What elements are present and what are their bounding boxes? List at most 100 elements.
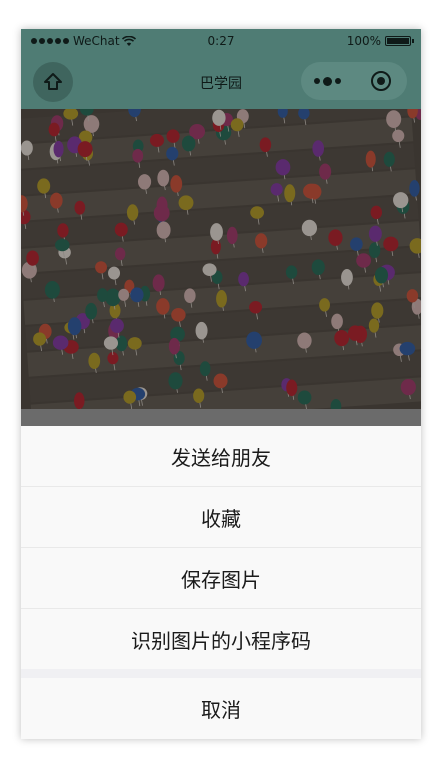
pin-head: [52, 335, 69, 350]
pin-head: [184, 288, 196, 304]
pin-head: [114, 247, 126, 261]
pin-head: [171, 307, 186, 322]
pin-head: [156, 221, 171, 239]
pin-head: [168, 337, 180, 355]
pin-head: [77, 141, 93, 158]
pin-head: [48, 122, 60, 137]
favorite-button[interactable]: 收藏: [21, 487, 421, 548]
recognize-code-button[interactable]: 识别图片的小程序码: [21, 609, 421, 669]
pin-head: [195, 321, 208, 340]
pin-head: [259, 137, 272, 153]
pin-head: [110, 318, 124, 333]
pin-head: [297, 390, 312, 405]
save-image-label: 保存图片: [181, 567, 261, 592]
pin-head: [370, 205, 383, 220]
pin-head: [132, 148, 144, 163]
pin-head: [249, 300, 263, 314]
pins-photo-image: [21, 109, 421, 409]
pin-head: [21, 140, 33, 156]
pin-head: [341, 269, 353, 286]
pin-head: [255, 233, 268, 249]
pin-head: [103, 336, 119, 350]
pin-head: [156, 298, 170, 315]
pin-head: [383, 236, 399, 252]
pin-head: [37, 178, 51, 194]
more-icon-right: [335, 78, 341, 84]
pin-head: [126, 204, 139, 221]
pin-head: [74, 200, 86, 215]
battery-icon: [385, 36, 414, 46]
phone-screen: WeChat 0:27 100% 巴学园 发送给朋友 收藏 保存图片 识别图片的…: [21, 29, 421, 739]
pin-head: [44, 281, 60, 299]
pin-head: [246, 331, 263, 349]
pin-head: [83, 115, 100, 133]
pin-head: [409, 180, 420, 197]
pin-head: [350, 237, 363, 252]
pin-head: [368, 318, 380, 333]
pin-head: [371, 302, 384, 319]
pin-head: [226, 226, 238, 245]
pin-head: [328, 229, 343, 246]
pins-photo: [21, 109, 421, 409]
pin-head: [275, 159, 291, 176]
pin-head: [270, 183, 283, 196]
pin-head: [250, 206, 265, 219]
pin-head: [356, 253, 371, 268]
pin-head: [118, 288, 130, 301]
pin-head: [284, 184, 296, 203]
pin-head: [105, 288, 121, 307]
more-icon: [314, 78, 320, 84]
pin-head: [297, 332, 312, 349]
pin-head: [212, 109, 226, 126]
pin-head: [95, 261, 107, 274]
pin-head: [97, 288, 108, 303]
pin-head: [199, 361, 211, 377]
pin-head: [303, 183, 320, 199]
pin-head: [374, 266, 389, 284]
pin-head: [85, 302, 98, 320]
pin-head: [152, 274, 165, 292]
action-sheet: 发送给朋友 收藏 保存图片 识别图片的小程序码 取消: [21, 426, 421, 739]
pin-head: [166, 129, 180, 143]
pin-head: [406, 289, 419, 303]
pin-head: [149, 133, 165, 147]
favorite-label: 收藏: [201, 506, 241, 531]
pin-head: [368, 225, 382, 242]
pin-head: [178, 195, 194, 211]
pin-head: [319, 163, 332, 180]
save-image-button[interactable]: 保存图片: [21, 548, 421, 609]
send-to-friend-button[interactable]: 发送给朋友: [21, 426, 421, 487]
cancel-label: 取消: [201, 698, 241, 722]
pin-head: [238, 271, 249, 287]
pin-head: [153, 204, 170, 222]
pin-head: [311, 259, 325, 276]
nav-bar: 巴学园: [21, 53, 421, 109]
pin-head: [210, 238, 221, 255]
pin-head: [55, 238, 70, 252]
pin-head: [74, 392, 85, 409]
close-button[interactable]: [354, 62, 407, 100]
pin-head: [170, 175, 183, 193]
pin-head: [392, 129, 405, 143]
pin-head: [383, 151, 395, 167]
pin-head: [365, 150, 376, 168]
recognize-code-label: 识别图片的小程序码: [131, 628, 311, 653]
pin-head: [168, 372, 183, 390]
close-target-icon: [370, 71, 391, 91]
pin-head: [181, 135, 196, 152]
pin-head: [202, 263, 217, 276]
app-dimmed-area[interactable]: WeChat 0:27 100% 巴学园: [21, 29, 421, 426]
pin-head: [312, 140, 325, 157]
pin-head: [123, 390, 137, 404]
more-button[interactable]: [301, 62, 354, 100]
pin-head: [348, 325, 363, 341]
pin-head: [393, 192, 409, 209]
pin-head: [53, 140, 64, 158]
pin-head: [210, 223, 223, 241]
cancel-button[interactable]: 取消: [21, 678, 421, 739]
pin-head: [114, 222, 128, 237]
pin-head: [130, 287, 144, 303]
pin-head: [399, 341, 416, 356]
pin-head: [33, 332, 47, 346]
pin-head: [127, 337, 142, 350]
